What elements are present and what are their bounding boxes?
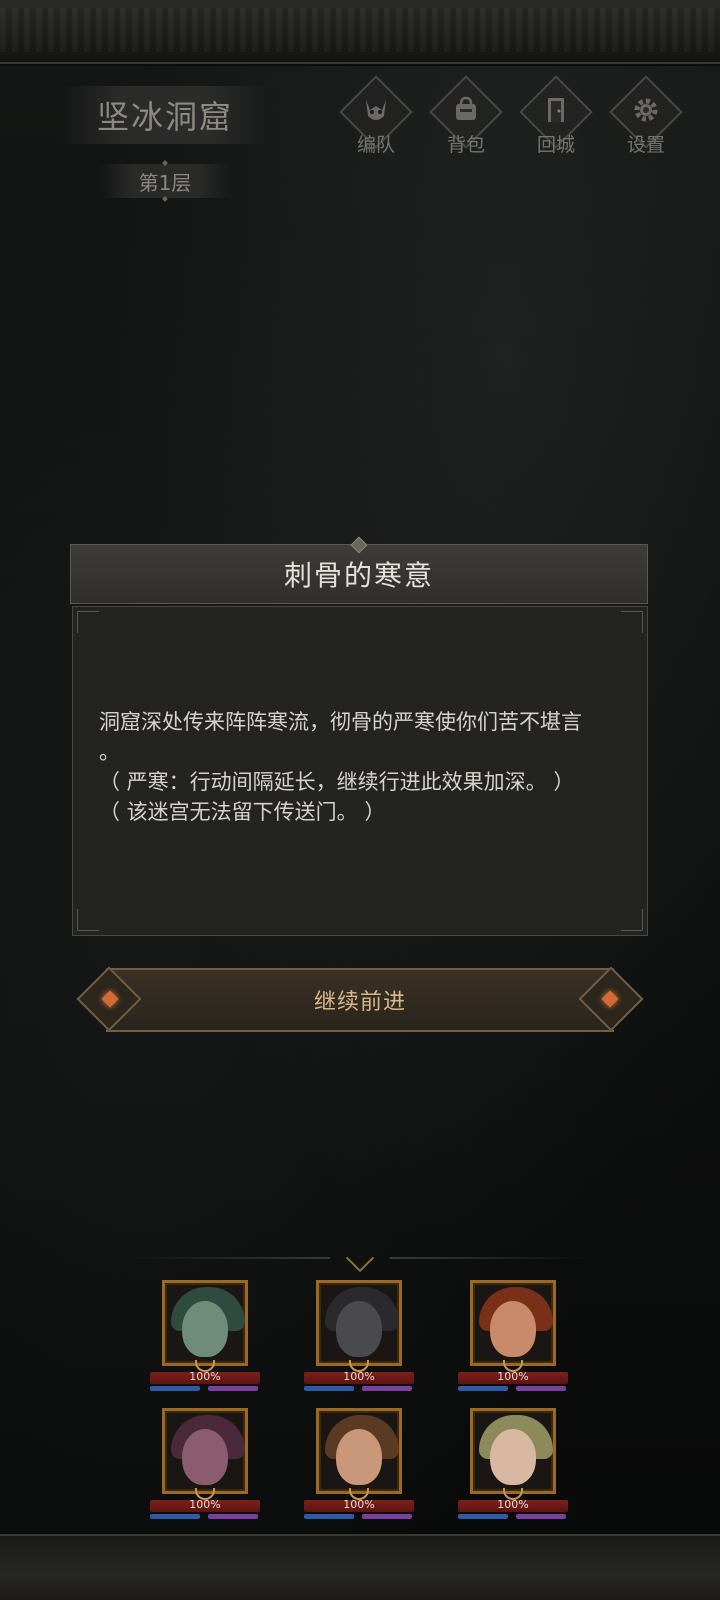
mana-bar [150,1386,200,1391]
settings-button[interactable]: 设置 [606,75,686,158]
energy-bar [362,1386,412,1391]
gear-icon [634,98,658,122]
hp-text: 100% [189,1498,221,1511]
hp-text: 100% [497,1498,529,1511]
return-town-button[interactable]: 回城 [516,75,596,158]
party-member-5[interactable]: 100% [304,1408,414,1534]
formation-label: 编队 [356,134,395,156]
party-member-6[interactable]: 100% [458,1408,568,1534]
party-member-3[interactable]: 100% [458,1280,568,1406]
backpack-button[interactable]: 背包 [426,75,506,158]
party-member-2[interactable]: 100% [304,1280,414,1406]
bottom-frame [0,1534,720,1600]
floor-label: 第1层 [100,164,230,198]
continue-label: 继续前进 [313,990,406,1015]
mana-bar [458,1514,508,1519]
party-divider [130,1243,590,1273]
backpack-label: 背包 [446,134,485,156]
energy-bar [208,1514,258,1519]
mana-bar [304,1386,354,1391]
party-member-1[interactable]: 100% [150,1280,260,1406]
event-title: 刺骨的寒意 [283,559,434,592]
bag-icon [456,96,476,120]
mana-bar [150,1514,200,1519]
return-town-label: 回城 [536,134,575,156]
hero-portrait [470,1280,556,1366]
hp-text: 100% [497,1370,529,1383]
hero-portrait [162,1280,248,1366]
event-text-line2: （ 严寒：行动间隔延长，继续行进此效果加深。 ） [99,770,575,794]
event-description: 洞窟深处传来阵阵寒流，彻骨的严寒使你们苦不堪言 。 （ 严寒：行动间隔延长，继续… [99,707,629,827]
mana-bar [458,1386,508,1391]
party-member-4[interactable]: 100% [150,1408,260,1534]
event-text-line1-end: 。 [99,740,120,764]
map-title: 坚冰洞窟 [60,86,270,144]
event-text-line3: （ 该迷宫无法留下传送门。 ） [99,800,386,824]
hp-text: 100% [189,1370,221,1383]
hp-text: 100% [343,1498,375,1511]
hp-text: 100% [343,1370,375,1383]
continue-button[interactable]: 继续前进 [76,966,644,1032]
energy-bar [362,1514,412,1519]
door-icon [548,98,564,122]
hero-portrait [162,1408,248,1494]
event-text-line1: 洞窟深处传来阵阵寒流，彻骨的严寒使你们苦不堪言 [99,710,582,734]
settings-label: 设置 [626,134,665,156]
chevron-down-icon [345,1243,375,1273]
energy-bar [516,1386,566,1391]
formation-button[interactable]: 编队 [336,75,416,158]
energy-bar [516,1514,566,1519]
mana-bar [304,1514,354,1519]
event-dialog-body: 洞窟深处传来阵阵寒流，彻骨的严寒使你们苦不堪言 。 （ 严寒：行动间隔延长，继续… [72,606,648,936]
top-frame [0,0,720,64]
event-dialog-header: 刺骨的寒意 [70,544,648,604]
hero-portrait [470,1408,556,1494]
hero-portrait [316,1280,402,1366]
energy-bar [208,1386,258,1391]
hero-portrait [316,1408,402,1494]
mask-icon [366,100,386,120]
map-name: 坚冰洞窟 [96,98,233,136]
